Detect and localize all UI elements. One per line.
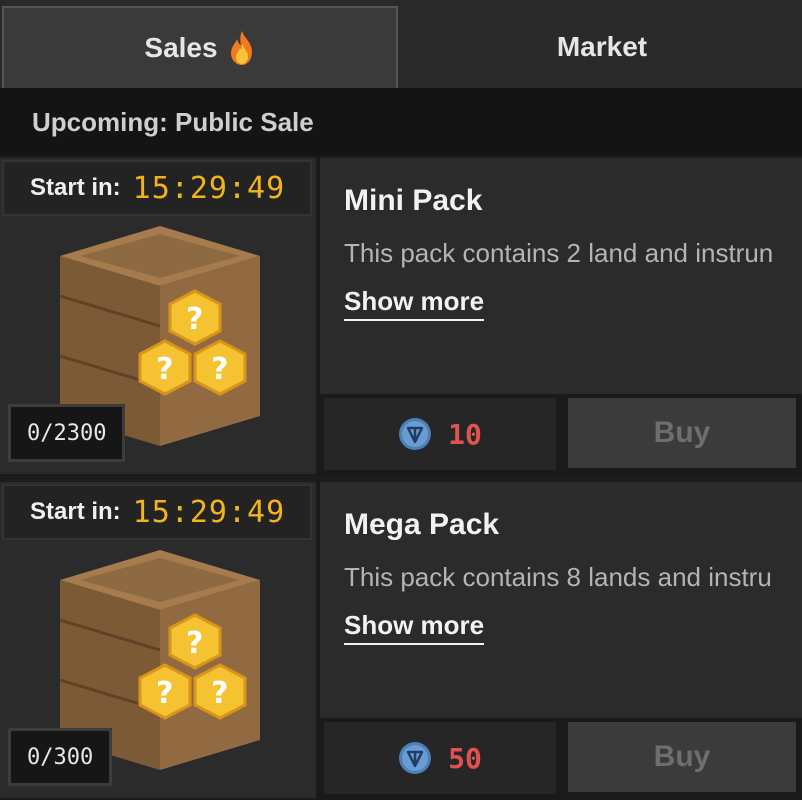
section-header: Upcoming: Public Sale bbox=[0, 88, 802, 156]
supply-counter: 0/300 bbox=[8, 728, 113, 786]
start-label: Start in: bbox=[30, 174, 121, 201]
pack-info-panel: Mini Pack This pack contains 2 land and … bbox=[320, 158, 802, 394]
pack-description: This pack contains 8 lands and instru bbox=[344, 562, 772, 592]
price-display: 50 bbox=[324, 722, 556, 794]
tab-bar: Sales Market bbox=[0, 0, 802, 88]
ton-coin-icon bbox=[399, 742, 432, 774]
countdown-timer: 15:29:49 bbox=[132, 494, 286, 530]
buy-button[interactable]: Buy bbox=[568, 722, 796, 792]
svg-text:?: ? bbox=[211, 352, 228, 387]
start-countdown: Start in: 15:29:49 bbox=[2, 484, 312, 540]
pack-info-panel: Mega Pack This pack contains 8 lands and… bbox=[320, 482, 802, 718]
pack-title: Mini Pack bbox=[344, 184, 483, 217]
pack-description: This pack contains 2 land and instrun bbox=[344, 238, 774, 268]
svg-text:?: ? bbox=[186, 302, 203, 337]
price-display: 10 bbox=[324, 398, 556, 470]
price-value: 50 bbox=[448, 741, 482, 775]
tab-market[interactable]: Market bbox=[402, 6, 802, 88]
pack-card: Start in: 15:29:49 ? ? ? 0/300 Mega Pack… bbox=[0, 482, 802, 800]
tab-market-label: Market bbox=[556, 31, 648, 62]
supply-count: 0/300 bbox=[27, 744, 94, 770]
ton-coin-icon bbox=[399, 418, 432, 450]
start-label: Start in: bbox=[30, 498, 121, 525]
flame-icon bbox=[230, 31, 252, 65]
svg-text:?: ? bbox=[186, 626, 203, 661]
pack-image-panel: Start in: 15:29:49 ? ? ? 0/2300 bbox=[0, 158, 316, 474]
show-more-link[interactable]: Show more bbox=[344, 610, 485, 645]
pack-image-panel: Start in: 15:29:49 ? ? ? 0/300 bbox=[0, 482, 316, 798]
price-value: 10 bbox=[448, 417, 482, 451]
svg-text:?: ? bbox=[211, 676, 228, 711]
supply-count: 0/2300 bbox=[27, 420, 107, 446]
supply-counter: 0/2300 bbox=[8, 404, 126, 462]
buy-button[interactable]: Buy bbox=[568, 398, 796, 468]
pack-title: Mega Pack bbox=[344, 508, 500, 541]
svg-text:?: ? bbox=[156, 676, 173, 711]
svg-text:?: ? bbox=[156, 352, 173, 387]
countdown-timer: 15:29:49 bbox=[132, 170, 286, 206]
section-title: Upcoming: Public Sale bbox=[32, 106, 314, 137]
tab-sales-label: Sales bbox=[144, 32, 218, 63]
pack-card: Start in: 15:29:49 ? ? ? 0/2300 Mini Pac… bbox=[0, 158, 802, 476]
show-more-link[interactable]: Show more bbox=[344, 286, 485, 321]
tab-sales[interactable]: Sales bbox=[2, 6, 398, 88]
start-countdown: Start in: 15:29:49 bbox=[2, 160, 312, 216]
